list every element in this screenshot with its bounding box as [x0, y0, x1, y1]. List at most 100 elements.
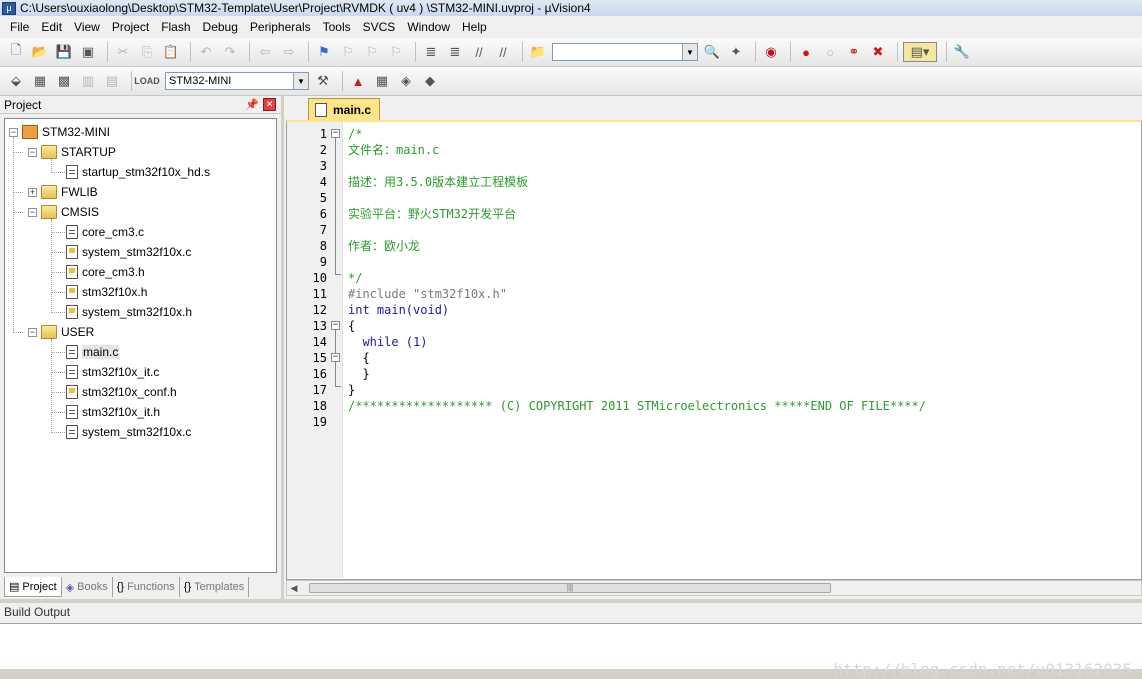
scroll-left-icon[interactable]: ◀ — [287, 583, 301, 594]
tree-file[interactable]: system_stm32f10x.h — [66, 303, 192, 321]
paste-icon[interactable]: 📋 — [161, 42, 181, 62]
fold-collapse-icon[interactable]: − — [331, 129, 340, 138]
tree-group-startup[interactable]: − STARTUP — [28, 143, 116, 161]
find-combo[interactable]: ▼ — [552, 43, 698, 61]
code-editor[interactable]: 1 − /* 2 文件名：main.c 3 4 描述：用3.5.0版本建立工程模… — [286, 120, 1142, 580]
c-file-icon — [66, 245, 78, 259]
collapse-icon[interactable]: − — [9, 127, 18, 137]
tree-file[interactable]: stm32f10x.h — [66, 283, 147, 301]
code-line: 5 — [287, 190, 1142, 206]
cut-icon[interactable]: ✂ — [113, 42, 133, 62]
tree-group-cmsis[interactable]: − CMSIS — [28, 203, 99, 221]
menu-debug[interactable]: Debug — [197, 20, 244, 34]
fold-collapse-icon[interactable]: − — [331, 321, 340, 330]
tree-line — [51, 172, 65, 173]
file-label: stm32f10x_it.c — [82, 365, 160, 379]
incremental-find-icon[interactable]: ✦ — [726, 42, 746, 62]
breakpoint-kill-all-icon[interactable]: ✖ — [868, 42, 888, 62]
bookmark-prev-icon[interactable]: ⚐ — [338, 42, 358, 62]
collapse-icon[interactable]: − — [28, 207, 37, 217]
tab-project[interactable]: ▤ Project — [4, 577, 62, 597]
unindent-icon[interactable]: ≣ — [445, 42, 465, 62]
breakpoint-disable-icon[interactable]: ○ — [820, 42, 840, 62]
window-layout-icon[interactable]: ▤▾ — [903, 42, 937, 62]
breakpoint-disable-all-icon[interactable]: ⚭ — [844, 42, 864, 62]
code-text: int main(void) — [348, 303, 450, 317]
tree-root[interactable]: − STM32-MINI — [9, 123, 110, 141]
menu-help[interactable]: Help — [456, 20, 493, 34]
expand-icon[interactable]: + — [28, 187, 37, 197]
open-file-icon[interactable]: 📂 — [30, 42, 50, 62]
stop-build-icon[interactable]: ▤ — [102, 71, 122, 91]
find-in-files-icon[interactable]: 📁 — [528, 42, 548, 62]
menu-flash[interactable]: Flash — [155, 20, 196, 34]
menu-file[interactable]: File — [4, 20, 35, 34]
configure-icon[interactable]: 🔧 — [952, 42, 972, 62]
close-icon[interactable]: ✕ — [263, 98, 276, 111]
tab-templates[interactable]: {} Templates — [180, 577, 250, 597]
tree-file[interactable]: core_cm3.h — [66, 263, 145, 281]
tree-line — [51, 232, 65, 233]
code-text: { — [348, 319, 356, 333]
pin-icon[interactable]: 📌 — [245, 98, 259, 111]
menu-svcs[interactable]: SVCS — [357, 20, 402, 34]
target-combo[interactable]: STM32-MINI ▼ — [165, 72, 309, 90]
breakpoint-insert-icon[interactable]: ● — [796, 42, 816, 62]
menu-tools[interactable]: Tools — [317, 20, 357, 34]
comment-icon[interactable]: // — [469, 42, 489, 62]
tab-books[interactable]: ◈ Books — [62, 577, 113, 597]
save-all-icon[interactable]: ▣ — [78, 42, 98, 62]
toolbar-separator — [946, 42, 947, 62]
menu-peripherals[interactable]: Peripherals — [244, 20, 317, 34]
new-file-icon[interactable]: 🗋 — [6, 42, 26, 62]
indent-icon[interactable]: ≣ — [421, 42, 441, 62]
tree-file-selected[interactable]: main.c — [66, 343, 120, 361]
bookmark-next-icon[interactable]: ⚐ — [362, 42, 382, 62]
tree-file[interactable]: system_stm32f10x.c — [66, 423, 191, 441]
horizontal-scrollbar[interactable]: ◀ ||| — [286, 580, 1142, 596]
menu-edit[interactable]: Edit — [35, 20, 68, 34]
translate-icon[interactable]: ⬙ — [6, 71, 26, 91]
bookmark-icon[interactable]: ⚑ — [314, 42, 334, 62]
tree-group-fwlib[interactable]: + FWLIB — [28, 183, 98, 201]
tab-functions[interactable]: {} Functions — [113, 577, 180, 597]
rebuild-icon[interactable]: ▩ — [54, 71, 74, 91]
debug-start-icon[interactable]: ◉ — [761, 42, 781, 62]
tree-group-user[interactable]: − USER — [28, 323, 94, 341]
manage-components-icon[interactable]: ▲ — [348, 71, 368, 91]
build-output-content[interactable]: http://blog.csdn.net/u013162035 — [0, 623, 1142, 679]
redo-icon[interactable]: ↷ — [220, 42, 240, 62]
target-options-icon[interactable]: ⚒ — [313, 71, 333, 91]
build-icon[interactable]: ▦ — [30, 71, 50, 91]
tree-file[interactable]: system_stm32f10x.c — [66, 243, 191, 261]
save-icon[interactable]: 💾 — [54, 42, 74, 62]
collapse-icon[interactable]: − — [28, 147, 37, 157]
nav-forward-icon[interactable]: ⇨ — [279, 42, 299, 62]
chevron-down-icon[interactable]: ▼ — [682, 44, 697, 60]
undo-icon[interactable]: ↶ — [196, 42, 216, 62]
uncomment-icon[interactable]: // — [493, 42, 513, 62]
select-packs-icon[interactable]: ◈ — [396, 71, 416, 91]
tab-main-c[interactable]: main.c — [308, 98, 380, 120]
menu-window[interactable]: Window — [401, 20, 456, 34]
download-icon[interactable]: LOAD — [134, 71, 160, 91]
chevron-down-icon[interactable]: ▼ — [293, 73, 308, 89]
collapse-icon[interactable]: − — [28, 327, 37, 337]
tree-file[interactable]: stm32f10x_conf.h — [66, 383, 177, 401]
file-extensions-icon[interactable]: ▦ — [372, 71, 392, 91]
scrollbar-thumb[interactable]: ||| — [309, 583, 831, 593]
tree-file[interactable]: startup_stm32f10x_hd.s — [66, 163, 210, 181]
copy-icon[interactable]: ⎘ — [137, 42, 157, 62]
bookmark-clear-icon[interactable]: ⚐ — [386, 42, 406, 62]
find-icon[interactable]: 🔍 — [702, 42, 722, 62]
tree-file[interactable]: core_cm3.c — [66, 223, 144, 241]
manage-rte-icon[interactable]: ◆ — [420, 71, 440, 91]
menu-project[interactable]: Project — [106, 20, 155, 34]
tree-file[interactable]: stm32f10x_it.c — [66, 363, 159, 381]
toolbar-separator — [107, 42, 108, 62]
batch-build-icon[interactable]: ▥ — [78, 71, 98, 91]
tree-file[interactable]: stm32f10x_it.h — [66, 403, 160, 421]
fold-collapse-icon[interactable]: − — [331, 353, 340, 362]
nav-back-icon[interactable]: ⇦ — [255, 42, 275, 62]
menu-view[interactable]: View — [68, 20, 106, 34]
